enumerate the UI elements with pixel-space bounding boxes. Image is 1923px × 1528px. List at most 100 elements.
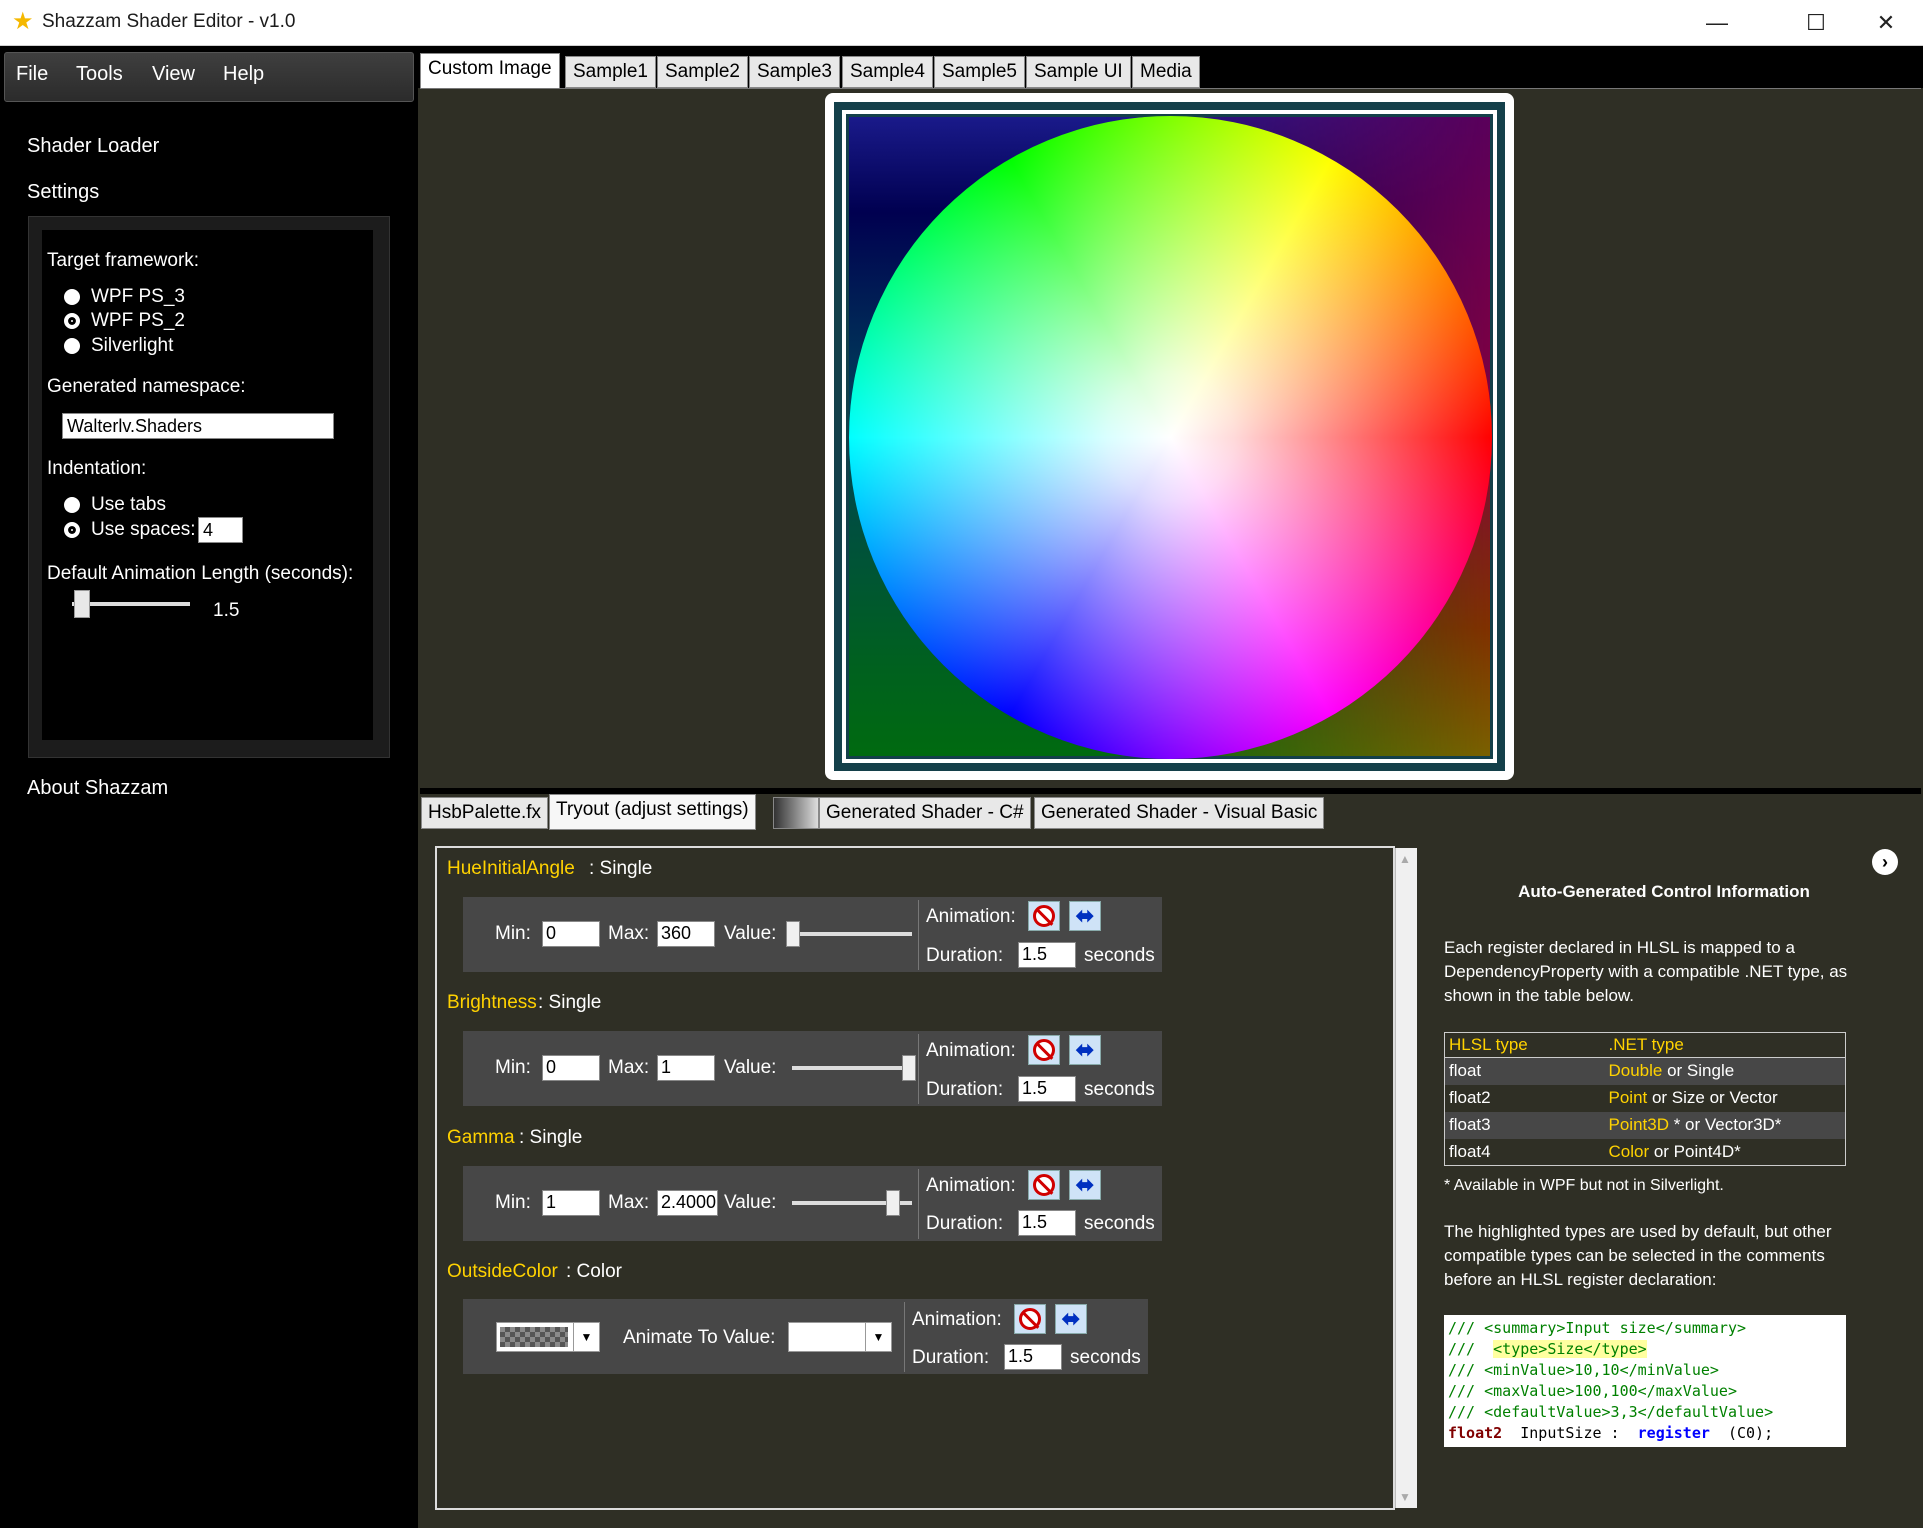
max-label: Max: <box>608 1057 650 1078</box>
radio-use-spaces[interactable] <box>64 522 80 538</box>
brightness-value-slider-thumb[interactable] <box>902 1055 916 1081</box>
animation-label: Animation: <box>926 1175 1016 1196</box>
tab-sample-ui[interactable]: Sample UI <box>1026 56 1131 88</box>
alt-types: or Single <box>1662 1061 1735 1081</box>
prop-type-hue: : Single <box>589 858 653 879</box>
gamma-min-input[interactable]: 1 <box>542 1190 600 1216</box>
anim-length-slider-thumb[interactable] <box>74 590 90 618</box>
gamma-max-input[interactable]: 2.4000 <box>657 1190 718 1216</box>
seconds-label: seconds <box>1084 1213 1155 1234</box>
hue-bounce-animation-button[interactable]: ⬌ <box>1069 901 1101 931</box>
tab-hsbpalette-fx[interactable]: HsbPalette.fx <box>421 797 548 829</box>
default-type: Point3D <box>1608 1115 1669 1134</box>
radio-label-wpf-ps3: WPF PS_3 <box>91 286 185 307</box>
min-label: Min: <box>495 1192 531 1213</box>
namespace-input[interactable]: Walterlv.Shaders <box>62 413 334 439</box>
tab-sample4[interactable]: Sample4 <box>842 56 933 88</box>
alt-types: or Size or Vector <box>1647 1088 1778 1107</box>
chevron-down-icon[interactable]: ▼ <box>865 1323 891 1351</box>
radio-label-wpf-ps2: WPF PS_2 <box>91 310 185 331</box>
namespace-label: Generated namespace: <box>47 376 246 397</box>
nav-shader-loader[interactable]: Shader Loader <box>27 135 159 158</box>
table-cell: Double or Single <box>1604 1057 1846 1085</box>
table-header-net: .NET type <box>1604 1032 1846 1058</box>
code-line: /// <maxValue>100,100</maxValue> <box>1448 1382 1737 1400</box>
tab-tryout[interactable]: Tryout (adjust settings) <box>549 794 756 830</box>
tab-custom-image[interactable]: Custom Image <box>420 53 560 89</box>
brightness-value-slider[interactable] <box>792 1066 912 1070</box>
brightness-min-input[interactable]: 0 <box>542 1055 600 1081</box>
radio-silverlight[interactable] <box>64 338 80 354</box>
hue-duration-input[interactable]: 1.5 <box>1018 942 1076 968</box>
hue-value-slider-thumb[interactable] <box>786 921 800 947</box>
divider <box>918 1034 919 1104</box>
code-text: InputSize : <box>1502 1424 1638 1442</box>
gamma-value-slider-thumb[interactable] <box>886 1190 900 1216</box>
value-label: Value: <box>724 1192 777 1213</box>
hue-stop-animation-button[interactable] <box>1028 901 1060 931</box>
gamma-duration-input[interactable]: 1.5 <box>1018 1210 1076 1236</box>
radio-wpf-ps3[interactable] <box>64 289 80 305</box>
star-app-icon: ★ <box>12 8 34 35</box>
code-line: /// <minValue>10,10</minValue> <box>1448 1361 1719 1379</box>
spaces-input[interactable]: 4 <box>198 517 243 543</box>
brightness-bounce-animation-button[interactable]: ⬌ <box>1069 1035 1101 1065</box>
menu-bar: File Tools View Help <box>4 52 414 102</box>
code-line: /// <defaultValue>3,3</defaultValue> <box>1448 1403 1774 1421</box>
prop-name-outsidecolor: OutsideColor <box>447 1261 558 1282</box>
menu-tools[interactable]: Tools <box>76 63 123 86</box>
duration-label: Duration: <box>912 1347 990 1368</box>
collapse-chevron-icon[interactable]: › <box>1872 849 1898 875</box>
close-button[interactable]: ✕ <box>1851 0 1921 46</box>
animate-to-color-dropdown[interactable]: ▼ <box>788 1322 892 1352</box>
animation-label: Animation: <box>926 1040 1016 1061</box>
nav-about[interactable]: About Shazzam <box>27 777 168 800</box>
nav-settings[interactable]: Settings <box>27 181 99 204</box>
hue-value-slider[interactable] <box>792 932 912 936</box>
maximize-button[interactable]: ☐ <box>1781 0 1851 46</box>
tab-sample1[interactable]: Sample1 <box>565 56 656 88</box>
gamma-stop-animation-button[interactable] <box>1028 1170 1060 1200</box>
scroll-up-icon[interactable]: ▲ <box>1399 852 1411 866</box>
brightness-max-input[interactable]: 1 <box>657 1055 715 1081</box>
no-symbol-icon <box>1033 1174 1055 1196</box>
code-sample: /// <summary>Input size</summary> /// <t… <box>1444 1315 1846 1447</box>
tab-sample5[interactable]: Sample5 <box>934 56 1025 88</box>
prop-name-hue: HueInitialAngle <box>447 858 575 879</box>
code-keyword: float2 <box>1448 1424 1503 1442</box>
tab-gradient-swatch[interactable] <box>773 797 819 829</box>
value-label: Value: <box>724 1057 777 1078</box>
menu-help[interactable]: Help <box>223 63 264 86</box>
radio-use-tabs[interactable] <box>64 497 80 513</box>
alt-types: or Point4D* <box>1649 1141 1741 1161</box>
menu-file[interactable]: File <box>16 63 48 86</box>
info-title: Auto-Generated Control Information <box>1518 882 1810 901</box>
color-bounce-animation-button[interactable]: ⬌ <box>1055 1304 1087 1334</box>
brightness-duration-input[interactable]: 1.5 <box>1018 1076 1076 1102</box>
min-label: Min: <box>495 923 531 944</box>
transparent-swatch <box>500 1327 568 1347</box>
radio-wpf-ps2[interactable] <box>64 313 80 329</box>
animation-label: Animation: <box>926 906 1016 927</box>
tryout-scrollbar[interactable] <box>1395 848 1417 1508</box>
duration-label: Duration: <box>926 1079 1004 1100</box>
hue-max-input[interactable]: 360 <box>657 921 715 947</box>
animate-to-label: Animate To Value: <box>623 1327 776 1348</box>
tab-generated-vb[interactable]: Generated Shader - Visual Basic <box>1034 797 1325 829</box>
color-duration-input[interactable]: 1.5 <box>1004 1344 1062 1370</box>
scroll-down-icon[interactable]: ▼ <box>1399 1490 1411 1504</box>
table-cell: float <box>1444 1057 1605 1085</box>
tab-sample3[interactable]: Sample3 <box>749 56 840 88</box>
brightness-stop-animation-button[interactable] <box>1028 1035 1060 1065</box>
hue-min-input[interactable]: 0 <box>542 921 600 947</box>
color-picker-dropdown[interactable]: ▼ <box>496 1322 600 1352</box>
tab-media[interactable]: Media <box>1132 56 1200 88</box>
color-stop-animation-button[interactable] <box>1014 1304 1046 1334</box>
tab-generated-csharp[interactable]: Generated Shader - C# <box>819 797 1031 829</box>
minimize-button[interactable]: — <box>1682 0 1752 46</box>
tab-sample2[interactable]: Sample2 <box>657 56 748 88</box>
window-title: Shazzam Shader Editor - v1.0 <box>42 11 296 32</box>
gamma-bounce-animation-button[interactable]: ⬌ <box>1069 1170 1101 1200</box>
menu-view[interactable]: View <box>152 63 195 86</box>
chevron-down-icon[interactable]: ▼ <box>573 1323 599 1351</box>
